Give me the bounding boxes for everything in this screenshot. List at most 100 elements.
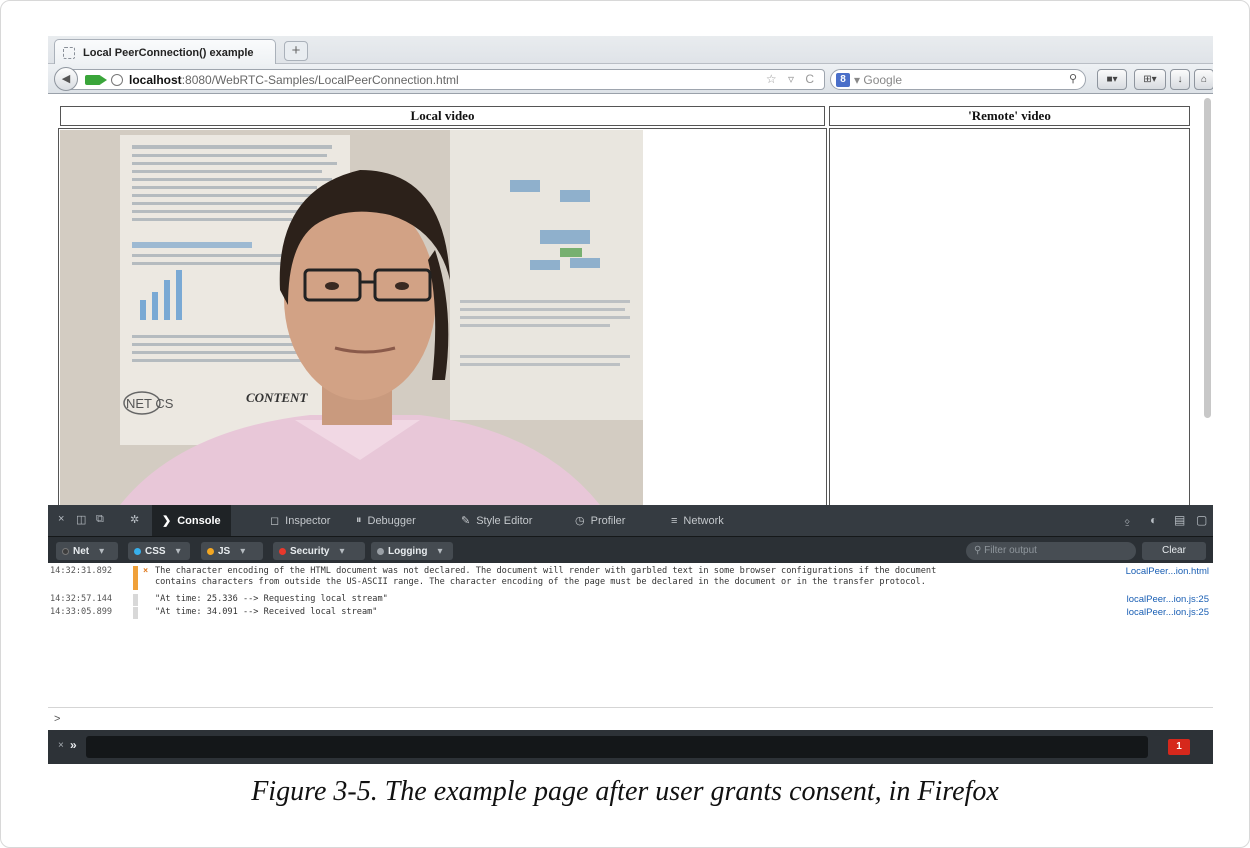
log-marker	[133, 607, 138, 619]
warning-marker	[133, 566, 138, 590]
log-source-link[interactable]: localPeer...ion.js:25	[1127, 594, 1209, 605]
filter-label: JS	[218, 545, 231, 557]
filter-label: Net	[73, 545, 90, 557]
local-video-header: Local video	[60, 106, 825, 126]
timestamp: 14:33:05.899	[50, 607, 113, 617]
tab-label: Console	[177, 514, 221, 527]
debugger-icon: ⏸	[356, 514, 362, 526]
browser-window: Local PeerConnection() example + localho…	[48, 36, 1213, 764]
css-dot-icon	[134, 547, 141, 555]
security-dot-icon	[279, 547, 286, 555]
tab-strip: Local PeerConnection() example +	[48, 36, 1213, 65]
filter-logging-button[interactable]: Logging ▾	[371, 542, 453, 560]
filter-js-button[interactable]: JS ▾	[201, 542, 263, 560]
log-message: The character encoding of the HTML docum…	[155, 566, 937, 587]
tab-label: Inspector	[285, 514, 331, 527]
navigation-bar: localhost:8080/WebRTC-Samples/LocalPeerC…	[48, 64, 1213, 94]
webcam-frame: NET CS CONTENT	[60, 130, 643, 505]
close-devtools-icon[interactable]: ×	[58, 513, 64, 525]
logging-dot-icon	[377, 547, 384, 555]
log-message: "At time: 34.091 --> Received local stre…	[155, 607, 378, 617]
chevron-right-icon: ❯	[162, 515, 172, 527]
camera-icon[interactable]	[85, 74, 107, 85]
tab-title: Local PeerConnection() example	[83, 46, 254, 59]
console-row: 14:33:05.899 "At time: 34.091 --> Receiv…	[48, 607, 1213, 619]
timestamp: 14:32:57.144	[50, 594, 113, 604]
addons-menu-button[interactable]: ⊞▾	[1134, 69, 1166, 90]
log-message: "At time: 25.336 --> Requesting local st…	[155, 594, 388, 604]
tab-debugger[interactable]: ⏸ Debugger	[356, 505, 416, 536]
remote-video-header: 'Remote' video	[829, 106, 1190, 126]
filter-output-input[interactable]: ⚲ Filter output	[966, 542, 1136, 560]
filter-label: Security	[290, 545, 330, 557]
command-line-bar: × » 1	[48, 730, 1213, 764]
tab-label: Network	[683, 514, 724, 527]
console-filter-bar: Net ▾ CSS ▾ JS ▾ Security ▾ Logging ▾ ⚲ Filte…	[48, 536, 1213, 563]
content-logo-text: CONTENT	[246, 390, 308, 405]
page-icon	[63, 46, 75, 59]
page-content: Local video 'Remote' video NET CS CONTEN…	[48, 95, 1213, 505]
figure-caption: Figure 3-5. The example page after user …	[251, 776, 999, 807]
tab-label: Style Editor	[476, 514, 533, 527]
console-row: 14:32:31.892 × The character encoding of…	[48, 566, 1213, 590]
search-bar[interactable]: 8 ▾ Google ⚲	[830, 69, 1086, 90]
network-icon: ≡	[671, 514, 678, 527]
local-video[interactable]: NET CS CONTENT	[60, 130, 643, 505]
paint-flashing-icon[interactable]: ⍚	[1124, 513, 1131, 528]
filter-css-button[interactable]: CSS ▾	[128, 542, 190, 560]
filter-security-button[interactable]: Security ▾	[273, 542, 365, 560]
close-command-icon[interactable]: ×	[58, 740, 64, 751]
search-engine-icon[interactable]: 8	[836, 72, 850, 87]
tab-profiler[interactable]: ◷ Profiler	[575, 505, 625, 536]
command-prompt-icon: »	[70, 738, 77, 752]
url-bar[interactable]: localhost:8080/WebRTC-Samples/LocalPeerC…	[70, 69, 825, 90]
tab-network[interactable]: ≡ Network	[671, 505, 724, 536]
search-icon[interactable]: ⚲	[1069, 72, 1077, 85]
filter-net-button[interactable]: Net ▾	[56, 542, 118, 560]
timestamp: 14:32:31.892	[50, 566, 113, 576]
filter-label: CSS	[145, 545, 166, 557]
clear-button[interactable]: Clear	[1142, 542, 1206, 560]
tab-inspector[interactable]: ◻ Inspector	[270, 505, 330, 536]
devtools-toolbar: × ◫ ⧉ ✲ ❯ Console ◻ Inspector ⏸ Debugger…	[48, 505, 1213, 536]
back-button[interactable]: ◀	[54, 67, 78, 91]
sharing-menu-button[interactable]: ■▾	[1097, 69, 1127, 90]
error-count-badge[interactable]: 1	[1168, 739, 1190, 755]
console-output: 14:32:31.892 × The character encoding of…	[48, 563, 1213, 708]
js-dot-icon	[207, 547, 214, 555]
filter-label: Logging	[388, 545, 428, 557]
console-row: 14:32:57.144 "At time: 25.336 --> Reques…	[48, 594, 1213, 606]
tab-console[interactable]: ❯ Console	[152, 505, 231, 536]
log-source-link[interactable]: localPeer...ion.js:25	[1127, 607, 1209, 618]
remote-video-cell	[829, 128, 1190, 505]
browser-tab[interactable]: Local PeerConnection() example	[54, 39, 276, 65]
log-marker	[133, 594, 138, 606]
scratchpad-icon[interactable]: ▤	[1174, 513, 1185, 527]
pencil-icon: ✎	[461, 515, 471, 527]
tab-label: Profiler	[590, 514, 626, 527]
new-tab-button[interactable]: +	[284, 41, 308, 61]
command-input[interactable]	[86, 736, 1148, 758]
tab-style-editor[interactable]: ✎ Style Editor	[461, 505, 532, 536]
globe-icon[interactable]	[111, 73, 123, 86]
clock-icon: ◷	[575, 515, 585, 527]
url-host: localhost	[129, 72, 182, 87]
url-controls[interactable]: ☆ ▿ C	[766, 72, 818, 86]
downloads-button[interactable]: ↓	[1170, 69, 1190, 90]
log-source-link[interactable]: LocalPeer...ion.html	[1126, 566, 1209, 577]
tab-label: Debugger	[367, 514, 416, 527]
warning-icon: ×	[143, 566, 149, 576]
inspector-icon: ◻	[270, 515, 280, 527]
window-icon[interactable]: ⧉	[96, 513, 104, 526]
responsive-mode-icon[interactable]: ◐	[1150, 513, 1157, 527]
net-logo-text: NET CS	[126, 396, 174, 411]
search-placeholder: ▾ Google	[854, 72, 903, 87]
url-path: :8080/WebRTC-Samples/LocalPeerConnection…	[181, 72, 459, 87]
gear-icon[interactable]: ✲	[130, 513, 139, 526]
console-input[interactable]: >	[48, 707, 1213, 730]
home-button[interactable]: ⌂	[1194, 69, 1213, 90]
dock-icon[interactable]: ◫	[76, 513, 86, 526]
screenshot-icon[interactable]: ▢	[1196, 513, 1207, 527]
page-scrollbar[interactable]	[1204, 98, 1211, 418]
net-dot-icon	[62, 547, 69, 555]
